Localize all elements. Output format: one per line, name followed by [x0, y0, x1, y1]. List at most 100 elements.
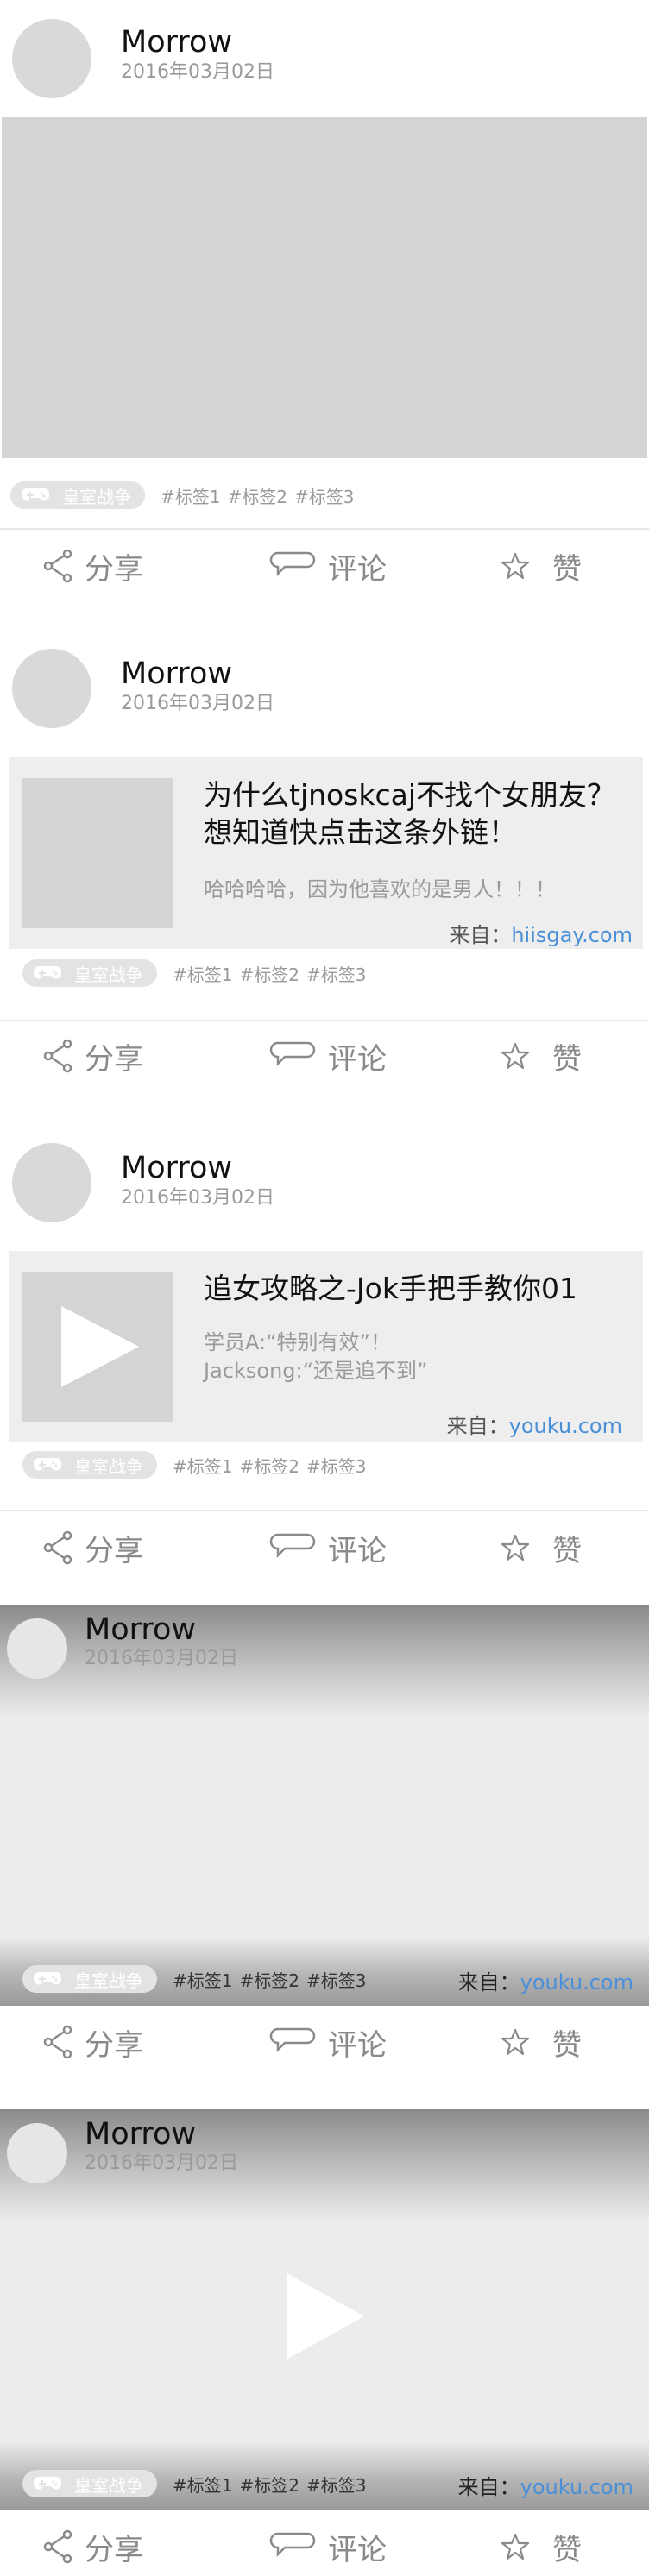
link-card[interactable]: 为什么tjnoskcaj不找个女朋友？想知道快点击这条外链！ 哈哈哈哈，因为他喜… [9, 757, 643, 949]
comment-label: 评论 [328, 2532, 387, 2567]
like-label: 赞 [552, 1041, 582, 1077]
play-icon[interactable] [278, 2269, 373, 2364]
comment-bubble-icon [269, 2027, 316, 2053]
star-icon [501, 1042, 530, 1070]
game-tag[interactable]: 皇室战争 [22, 1965, 157, 1993]
hashtags: #标签1 #标签2 #标签3 [173, 2472, 373, 2497]
share-button[interactable]: 分享 [43, 1522, 143, 1574]
post-date: 2016年03月02日 [85, 2152, 238, 2174]
user-name[interactable]: Morrow [121, 28, 232, 58]
comment-bubble-icon [269, 551, 316, 577]
gamepad-icon [22, 488, 49, 501]
hashtag[interactable]: #标签1 [173, 1453, 232, 1478]
source-domain[interactable]: youku.com [520, 1970, 633, 1995]
game-tag[interactable]: 皇室战争 [22, 2470, 157, 2497]
hashtag[interactable]: #标签3 [294, 483, 354, 508]
source-label: 来自： [457, 1970, 520, 1995]
link-source: 来自：youku.com [458, 1965, 633, 1995]
user-name[interactable]: Morrow [121, 1153, 232, 1184]
like-button[interactable]: 赞 [501, 2016, 582, 2068]
link-source: 来自：hiisgay.com [449, 918, 633, 948]
post-date: 2016年03月02日 [121, 1187, 274, 1209]
gamepad-icon [34, 966, 61, 979]
hashtag[interactable]: #标签3 [306, 1453, 366, 1478]
action-bar: 分享 评论 赞 [0, 2521, 649, 2573]
video-description: 学员A:“特别有效”！ [204, 1330, 391, 1354]
hashtag[interactable]: #标签3 [306, 2472, 366, 2497]
hashtag[interactable]: #标签2 [239, 1967, 299, 1992]
hashtag[interactable]: #标签1 [161, 483, 220, 508]
hashtag[interactable]: #标签2 [239, 961, 299, 986]
hashtag[interactable]: #标签1 [173, 961, 232, 986]
tag-bar: 皇室战争 #标签1 #标签2 #标签3 [22, 1965, 373, 1993]
post-date: 2016年03月02日 [121, 693, 274, 714]
share-button[interactable]: 分享 [43, 2521, 143, 2573]
game-tag[interactable]: 皇室战争 [22, 959, 157, 987]
post-image[interactable] [2, 117, 647, 458]
overlay-media[interactable]: Morrow 2016年03月02日 皇室战争 #标签1 #标签2 #标签3 来… [0, 1605, 649, 2006]
hashtag[interactable]: #标签3 [306, 961, 366, 986]
post-link: Morrow 2016年03月02日 为什么tjnoskcaj不找个女朋友？想知… [0, 621, 649, 1113]
source-label: 来自： [457, 2475, 520, 2499]
video-card[interactable]: 追女攻略之-Jok手把手教你01 学员A:“特别有效”！ Jacksong:“还… [9, 1251, 643, 1442]
tag-bar: 皇室战争 #标签1 #标签2 #标签3 [22, 1451, 373, 1479]
comment-button[interactable]: 评论 [269, 1030, 387, 1082]
comment-button[interactable]: 评论 [269, 2521, 387, 2573]
source-domain[interactable]: youku.com [509, 1414, 622, 1438]
avatar[interactable] [12, 1143, 91, 1222]
post-overlay: Morrow 2016年03月02日 皇室战争 #标签1 #标签2 #标签3 来… [0, 1605, 649, 2109]
hashtag[interactable]: #标签1 [173, 1967, 232, 1992]
comment-button[interactable]: 评论 [269, 2016, 387, 2068]
video-thumbnail [22, 1272, 173, 1422]
share-icon [43, 2529, 72, 2564]
action-bar: 分享 评论 赞 [0, 540, 649, 592]
avatar[interactable] [12, 19, 91, 98]
post-date: 2016年03月02日 [85, 1648, 238, 1669]
like-label: 赞 [552, 2532, 582, 2567]
like-button[interactable]: 赞 [501, 540, 582, 592]
comment-bubble-icon [269, 1533, 316, 1559]
game-tag-label: 皇室战争 [62, 486, 131, 507]
game-tag-label: 皇室战争 [74, 1970, 143, 1991]
share-button[interactable]: 分享 [43, 540, 143, 592]
action-bar: 分享 评论 赞 [0, 1522, 649, 1574]
share-button[interactable]: 分享 [43, 2016, 143, 2068]
user-name[interactable]: Morrow [85, 1615, 196, 1645]
share-icon [43, 1530, 72, 1565]
share-label: 分享 [85, 2532, 143, 2567]
link-source: 来自：youku.com [458, 2470, 633, 2500]
hashtag[interactable]: #标签1 [173, 2472, 232, 2497]
link-source: 来自：youku.com [447, 1409, 622, 1439]
source-label: 来自： [449, 923, 512, 947]
hashtag[interactable]: #标签2 [227, 483, 287, 508]
avatar[interactable] [12, 649, 91, 728]
comment-label: 评论 [328, 551, 387, 587]
like-button[interactable]: 赞 [501, 1522, 582, 1574]
share-icon [43, 1039, 72, 1073]
tag-bar: 皇室战争 #标签1 #标签2 #标签3 [10, 481, 361, 509]
post-video: Morrow 2016年03月02日 皇室战争 #标签1 #标签2 #标签3 来… [0, 2109, 649, 2576]
hashtag[interactable]: #标签3 [306, 1967, 366, 1992]
hashtag[interactable]: #标签2 [239, 2472, 299, 2497]
user-name[interactable]: Morrow [85, 2120, 196, 2150]
avatar[interactable] [7, 2123, 67, 2183]
feed: Morrow 2016年03月02日 皇室战争 #标签1 #标签2 #标签3 分… [0, 0, 649, 2576]
user-name[interactable]: Morrow [121, 659, 232, 689]
video-player[interactable]: Morrow 2016年03月02日 皇室战争 #标签1 #标签2 #标签3 来… [0, 2109, 649, 2510]
game-tag[interactable]: 皇室战争 [10, 481, 145, 509]
source-domain[interactable]: hiisgay.com [511, 923, 633, 947]
comment-button[interactable]: 评论 [269, 1522, 387, 1574]
hashtags: #标签1 #标签2 #标签3 [173, 961, 373, 986]
share-icon [43, 549, 72, 583]
like-button[interactable]: 赞 [501, 2521, 582, 2573]
hashtag[interactable]: #标签2 [239, 1453, 299, 1478]
like-button[interactable]: 赞 [501, 1030, 582, 1082]
source-label: 来自： [446, 1414, 509, 1438]
star-icon [501, 552, 530, 580]
comment-button[interactable]: 评论 [269, 540, 387, 592]
source-domain[interactable]: youku.com [520, 2475, 633, 2499]
share-button[interactable]: 分享 [43, 1030, 143, 1082]
game-tag[interactable]: 皇室战争 [22, 1451, 157, 1479]
star-icon [501, 1534, 530, 1561]
avatar[interactable] [7, 1618, 67, 1679]
